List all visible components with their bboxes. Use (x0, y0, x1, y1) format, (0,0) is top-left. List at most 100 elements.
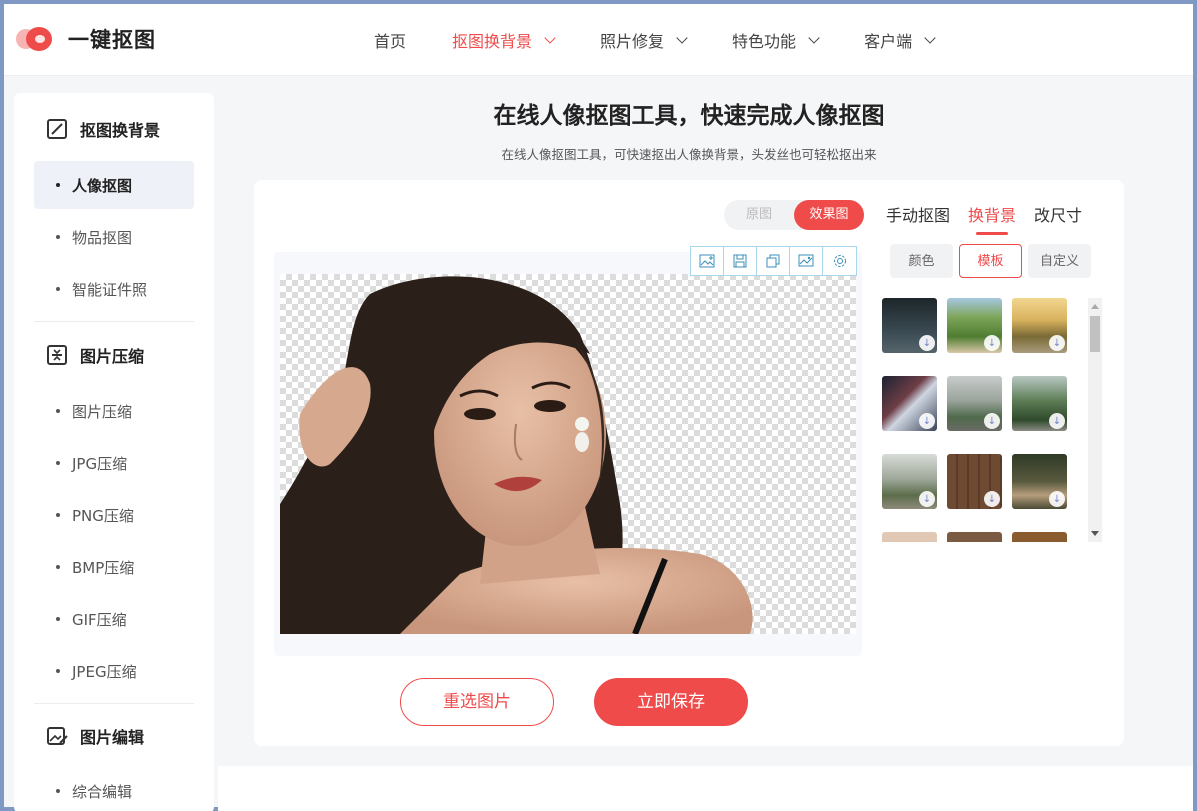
logo[interactable]: 一键抠图 (16, 24, 156, 54)
download-icon: ↓ (984, 335, 1000, 351)
download-icon: ↓ (1049, 335, 1065, 351)
replace-image-icon[interactable] (790, 247, 823, 275)
nav-client[interactable]: 客户端 (864, 28, 936, 52)
logo-icon (16, 25, 56, 53)
top-navbar: 一键抠图 首页 抠图换背景 照片修复 特色功能 客户端 (4, 4, 1193, 76)
chevron-down-icon (544, 31, 556, 44)
sidebar-item-label: JPG压缩 (72, 454, 128, 473)
template-thumb[interactable]: ↓ (882, 298, 937, 353)
sidebar-item-label: 图片压缩 (72, 402, 133, 421)
subtab-custom[interactable]: 自定义 (1028, 244, 1091, 278)
footer-strip (218, 766, 1193, 811)
toggle-result[interactable]: 效果图 (794, 200, 864, 230)
sidebar-item-label: PNG压缩 (72, 506, 134, 525)
bullet-icon (56, 789, 60, 793)
download-icon: ↓ (1049, 491, 1065, 507)
settings-icon[interactable] (823, 247, 856, 275)
page-subtitle: 在线人像抠图工具，可快速抠出人像换背景，头发丝也可轻松抠出来 (501, 147, 877, 162)
template-thumb[interactable] (882, 532, 937, 542)
image-toolbar (690, 246, 857, 276)
download-icon: ↓ (919, 491, 935, 507)
template-thumb[interactable] (947, 532, 1002, 542)
cutout-icon (47, 119, 67, 139)
nav-label: 抠图换背景 (452, 32, 533, 51)
sidebar-item-jpeg-compress[interactable]: JPEG压缩 (34, 647, 194, 695)
sidebar-group-title: 图片压缩 (80, 347, 145, 366)
bullet-icon (56, 409, 60, 413)
copy-icon[interactable] (757, 247, 790, 275)
image-edit-icon (47, 727, 68, 745)
nav-photo-repair[interactable]: 照片修复 (600, 28, 688, 52)
template-thumb[interactable]: ↓ (882, 454, 937, 509)
template-thumb[interactable]: ↓ (1012, 298, 1067, 353)
view-toggle: 原图 效果图 (724, 200, 864, 230)
sidebar-item-label: 综合编辑 (72, 782, 133, 801)
sidebar-item-portrait-cutout[interactable]: 人像抠图 (34, 161, 194, 209)
nav-label: 照片修复 (600, 32, 665, 51)
nav-label: 特色功能 (732, 32, 797, 51)
subtab-color[interactable]: 颜色 (890, 244, 953, 278)
download-icon: ↓ (1049, 413, 1065, 429)
page-title: 在线人像抠图工具，快速完成人像抠图 (493, 103, 885, 129)
preview-stage (274, 246, 862, 656)
sidebar-item-image-compress[interactable]: 图片压缩 (34, 387, 194, 435)
bullet-icon (56, 461, 60, 465)
nav-cutout-background[interactable]: 抠图换背景 (452, 28, 556, 52)
sidebar: 抠图换背景 人像抠图 物品抠图 智能证件照 图片压缩 图片压缩 JPG压缩 PN… (14, 93, 214, 811)
template-thumb[interactable]: ↓ (947, 298, 1002, 353)
divider (34, 703, 194, 704)
toggle-original[interactable]: 原图 (724, 200, 794, 230)
tab-manual-cutout[interactable]: 手动抠图 (886, 202, 950, 226)
nav-home[interactable]: 首页 (374, 28, 406, 52)
portrait-cutout-image (280, 276, 753, 634)
template-thumb[interactable] (1012, 532, 1067, 542)
save-now-button[interactable]: 立即保存 (594, 678, 748, 726)
template-scrollbar[interactable] (1088, 298, 1102, 542)
sidebar-item-gif-compress[interactable]: GIF压缩 (34, 595, 194, 643)
chevron-down-icon (676, 31, 688, 44)
template-thumb[interactable]: ↓ (882, 376, 937, 431)
sidebar-item-bmp-compress[interactable]: BMP压缩 (34, 543, 194, 591)
editor-card: 原图 效果图 重选图片 立即保存 手动抠图 换背景 改尺寸 颜色 模板 自定义 … (254, 180, 1124, 746)
nav-features[interactable]: 特色功能 (732, 28, 820, 52)
scrollbar-thumb[interactable] (1090, 316, 1100, 352)
download-icon: ↓ (984, 413, 1000, 429)
nav-label: 首页 (374, 32, 407, 51)
nav-label: 客户端 (864, 32, 913, 51)
chevron-down-icon (924, 31, 936, 44)
bullet-icon (56, 513, 60, 517)
tab-change-background[interactable]: 换背景 (968, 202, 1016, 235)
sidebar-item-label: GIF压缩 (72, 610, 127, 629)
template-thumb[interactable]: ↓ (947, 376, 1002, 431)
logo-text: 一键抠图 (68, 28, 156, 52)
tab-resize[interactable]: 改尺寸 (1034, 202, 1082, 226)
bullet-icon (56, 287, 60, 291)
sidebar-item-png-compress[interactable]: PNG压缩 (34, 491, 194, 539)
template-thumb[interactable]: ↓ (947, 454, 1002, 509)
bullet-icon (56, 565, 60, 569)
save-icon[interactable] (724, 247, 757, 275)
sidebar-group-compress: 图片压缩 (46, 343, 144, 367)
download-icon: ↓ (919, 335, 935, 351)
download-icon: ↓ (919, 413, 935, 429)
sidebar-group-image-edit: 图片编辑 (46, 724, 144, 748)
sidebar-item-general-edit[interactable]: 综合编辑 (34, 767, 194, 811)
reselect-image-button[interactable]: 重选图片 (400, 678, 554, 726)
sidebar-item-jpg-compress[interactable]: JPG压缩 (34, 439, 194, 487)
chevron-down-icon (808, 31, 820, 44)
bullet-icon (56, 617, 60, 621)
template-thumb[interactable]: ↓ (1012, 376, 1067, 431)
sidebar-item-object-cutout[interactable]: 物品抠图 (34, 213, 194, 261)
sidebar-item-label: 人像抠图 (72, 176, 133, 195)
scroll-up-icon[interactable] (1091, 304, 1099, 309)
template-thumb[interactable]: ↓ (1012, 454, 1067, 509)
sidebar-item-id-photo[interactable]: 智能证件照 (34, 265, 194, 313)
subtab-template[interactable]: 模板 (959, 244, 1022, 278)
bullet-icon (56, 235, 60, 239)
divider (34, 321, 194, 322)
sidebar-item-label: 物品抠图 (72, 228, 133, 247)
sidebar-group-cutout: 抠图换背景 (46, 117, 160, 141)
add-image-icon[interactable] (691, 247, 724, 275)
scroll-down-icon[interactable] (1091, 531, 1099, 536)
sidebar-group-title: 抠图换背景 (80, 121, 161, 140)
